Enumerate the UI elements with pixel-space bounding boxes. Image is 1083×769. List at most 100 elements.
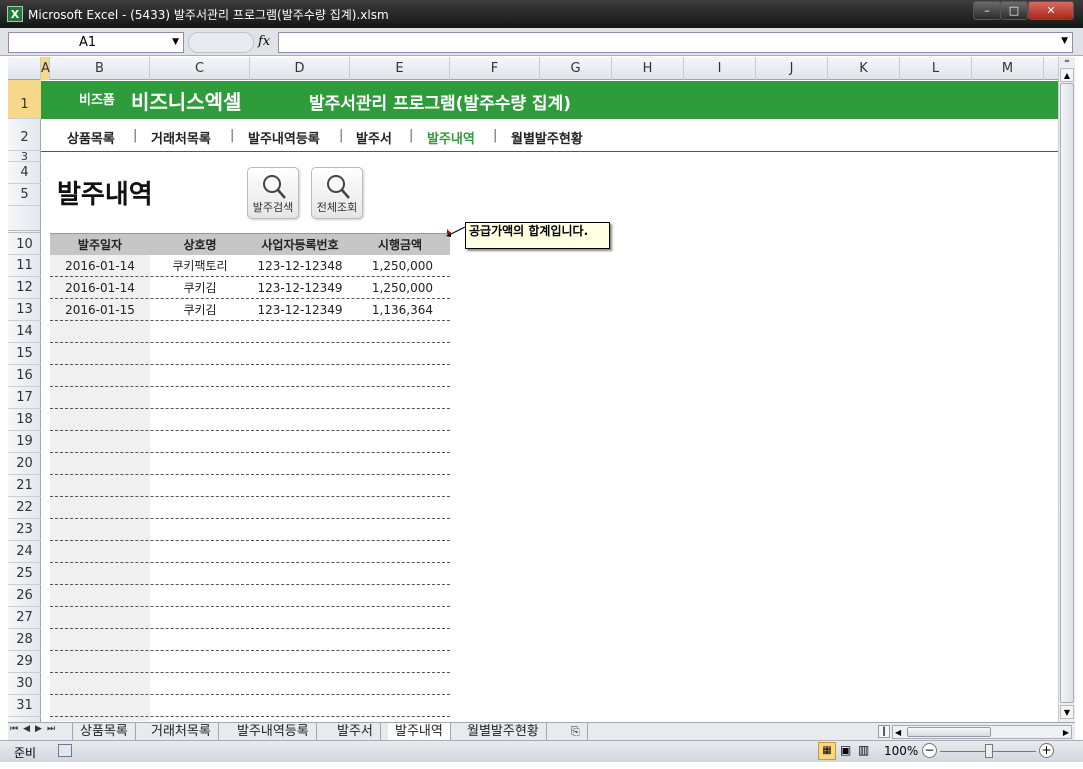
cell-amount[interactable]: [350, 541, 450, 563]
sheet-tab-clients[interactable]: 거래처목록: [144, 723, 219, 741]
nav-item-order-form[interactable]: 발주서: [356, 128, 392, 147]
table-row[interactable]: 2016-01-14 쿠키팩토리 123-12-12348 1,250,000: [50, 255, 450, 277]
row-header[interactable]: 22: [8, 497, 41, 519]
table-row[interactable]: [50, 563, 450, 585]
row-header[interactable]: 21: [8, 475, 41, 497]
cell-amount[interactable]: [350, 387, 450, 409]
horizontal-scrollbar[interactable]: ◀ ▶: [892, 725, 1072, 739]
table-row[interactable]: [50, 585, 450, 607]
cell-order-date[interactable]: [50, 673, 150, 695]
table-row[interactable]: [50, 497, 450, 519]
cell-business-number[interactable]: [250, 563, 350, 585]
cell-amount[interactable]: [350, 475, 450, 497]
excel-app-icon[interactable]: X: [7, 6, 23, 22]
cell-order-date[interactable]: [50, 519, 150, 541]
cell-order-date[interactable]: [50, 387, 150, 409]
page-break-preview-icon[interactable]: ▥: [858, 743, 869, 757]
table-row[interactable]: [50, 343, 450, 365]
cell-company[interactable]: [150, 651, 250, 673]
column-header-d[interactable]: D: [250, 57, 350, 80]
nav-item-monthly-status[interactable]: 월별발주현황: [511, 128, 583, 147]
row-header[interactable]: 17: [8, 387, 41, 409]
row-header[interactable]: 16: [8, 365, 41, 387]
cell-company[interactable]: [150, 365, 250, 387]
formula-input[interactable]: ▼: [278, 32, 1073, 53]
cell-business-number[interactable]: [250, 519, 350, 541]
row-header[interactable]: 28: [8, 629, 41, 651]
cell-company[interactable]: [150, 343, 250, 365]
cell-company[interactable]: [150, 453, 250, 475]
cell-order-date[interactable]: 2016-01-14: [50, 255, 150, 277]
table-row[interactable]: [50, 607, 450, 629]
cell-order-date[interactable]: [50, 497, 150, 519]
chevron-down-icon[interactable]: ▼: [172, 33, 179, 52]
zoom-in-icon[interactable]: +: [1039, 743, 1054, 758]
cell-company[interactable]: [150, 409, 250, 431]
column-header-i[interactable]: I: [684, 57, 756, 80]
cell-order-date[interactable]: [50, 365, 150, 387]
cell-amount[interactable]: [350, 409, 450, 431]
scroll-left-icon[interactable]: ◀: [895, 726, 901, 739]
row-header[interactable]: 20: [8, 453, 41, 475]
cell-business-number[interactable]: [250, 651, 350, 673]
table-row[interactable]: [50, 695, 450, 717]
cell-business-number[interactable]: [250, 321, 350, 343]
cell-business-number[interactable]: 123-12-12349: [250, 277, 350, 299]
table-row[interactable]: [50, 519, 450, 541]
nav-item-order-history[interactable]: 발주내역: [427, 128, 475, 147]
row-header[interactable]: 4: [8, 162, 41, 184]
nav-item-products[interactable]: 상품목록: [67, 128, 115, 147]
table-row[interactable]: 2016-01-15 쿠키김 123-12-12349 1,136,364: [50, 299, 450, 321]
table-row[interactable]: [50, 321, 450, 343]
cell-company[interactable]: [150, 607, 250, 629]
cell-order-date[interactable]: [50, 563, 150, 585]
column-header-m[interactable]: M: [972, 57, 1044, 80]
macro-record-icon[interactable]: [58, 744, 72, 757]
header-company[interactable]: 상호명: [150, 234, 250, 256]
minimize-icon[interactable]: –: [973, 1, 1001, 20]
column-header-b[interactable]: B: [50, 57, 150, 80]
row-header[interactable]: 13: [8, 299, 41, 321]
cell-order-date[interactable]: [50, 409, 150, 431]
cell-business-number[interactable]: [250, 343, 350, 365]
cell-business-number[interactable]: 123-12-12349: [250, 299, 350, 321]
row-header[interactable]: 5: [8, 184, 41, 206]
nav-item-order-entry[interactable]: 발주내역등록: [248, 128, 320, 147]
fx-icon[interactable]: fx: [258, 34, 270, 49]
cell-order-date[interactable]: [50, 607, 150, 629]
zoom-level[interactable]: 100%: [884, 744, 918, 758]
cell-company[interactable]: 쿠키김: [150, 277, 250, 299]
view-all-button[interactable]: 전체조회: [311, 167, 363, 219]
cell-business-number[interactable]: [250, 475, 350, 497]
row-header[interactable]: 27: [8, 607, 41, 629]
cell-order-date[interactable]: [50, 695, 150, 717]
header-amount[interactable]: 시행금액: [350, 234, 450, 256]
row-header[interactable]: 2: [8, 119, 41, 151]
cell-business-number[interactable]: [250, 497, 350, 519]
cell-amount[interactable]: [350, 497, 450, 519]
table-row[interactable]: [50, 651, 450, 673]
table-row[interactable]: 2016-01-14 쿠키김 123-12-12349 1,250,000: [50, 277, 450, 299]
row-header[interactable]: 31: [8, 695, 41, 717]
cell-company[interactable]: [150, 629, 250, 651]
cell-order-date[interactable]: 2016-01-14: [50, 277, 150, 299]
cell-business-number[interactable]: [250, 673, 350, 695]
cell-business-number[interactable]: [250, 453, 350, 475]
cell-order-date[interactable]: [50, 585, 150, 607]
header-order-date[interactable]: 발주일자: [50, 234, 150, 256]
scroll-right-icon[interactable]: ▶: [1063, 726, 1069, 739]
table-row[interactable]: [50, 673, 450, 695]
cell-business-number[interactable]: [250, 585, 350, 607]
table-row[interactable]: [50, 475, 450, 497]
row-header[interactable]: 23: [8, 519, 41, 541]
cell-company[interactable]: [150, 497, 250, 519]
cell-order-date[interactable]: [50, 453, 150, 475]
row-header[interactable]: 30: [8, 673, 41, 695]
cell-company[interactable]: [150, 695, 250, 717]
table-row[interactable]: [50, 541, 450, 563]
cell-amount[interactable]: [350, 321, 450, 343]
table-row[interactable]: [50, 453, 450, 475]
table-row[interactable]: [50, 409, 450, 431]
zoom-slider-thumb[interactable]: [985, 744, 993, 758]
column-header-l[interactable]: L: [900, 57, 972, 80]
